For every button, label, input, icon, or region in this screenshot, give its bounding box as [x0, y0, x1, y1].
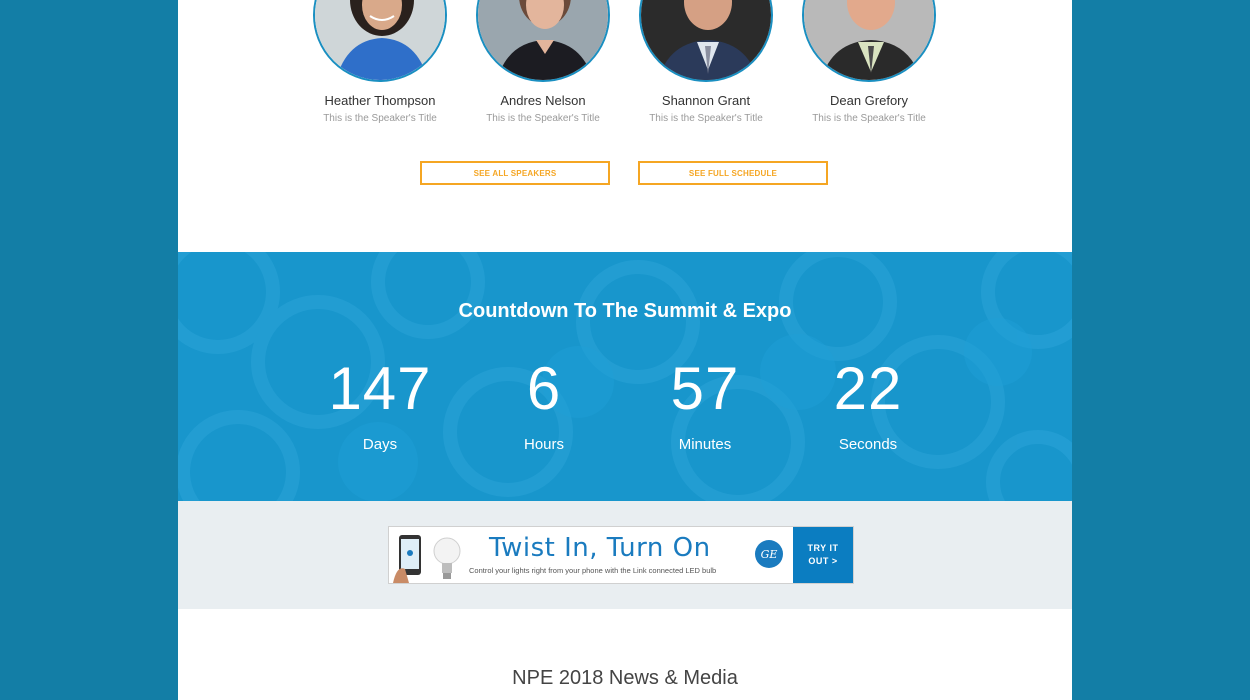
news-media-heading: NPE 2018 News & Media	[512, 667, 738, 689]
speaker-title: This is the Speaker's Title	[649, 113, 763, 124]
countdown-label: Days	[362, 436, 398, 453]
countdown-value: 57	[670, 355, 740, 422]
speaker-card[interactable]: Shannon Grant This is the Speaker's Titl…	[624, 0, 788, 124]
speaker-name: Heather Thompson	[324, 93, 436, 108]
countdown-minutes: 57 Minutes	[625, 355, 785, 454]
speaker-name: Andres Nelson	[500, 93, 586, 108]
speakers-section: Heather Thompson This is the Speaker's T…	[178, 0, 1072, 252]
avatar[interactable]	[802, 0, 936, 82]
speaker-card[interactable]: Heather Thompson This is the Speaker's T…	[298, 0, 462, 124]
countdown-section: Countdown To The Summit & Expo 147 Days …	[178, 252, 1072, 501]
ge-logo-icon: GE	[755, 540, 783, 568]
speaker-card[interactable]: Andres Nelson This is the Speaker's Titl…	[461, 0, 625, 124]
countdown-label: Minutes	[678, 436, 732, 453]
speaker-title: This is the Speaker's Title	[323, 113, 437, 124]
page-content: Heather Thompson This is the Speaker's T…	[178, 0, 1072, 700]
ad-band: Twist In, Turn On Control your lights ri…	[178, 501, 1072, 609]
speaker-name: Dean Grefory	[829, 93, 909, 108]
countdown-days: 147 Days	[300, 355, 460, 454]
countdown-title: Countdown To The Summit & Expo	[458, 300, 792, 322]
countdown-value: 6	[526, 355, 562, 422]
see-full-schedule-button[interactable]: SEE FULL SCHEDULE	[638, 161, 828, 185]
countdown-hours: 6 Hours	[464, 355, 624, 454]
avatar[interactable]	[639, 0, 773, 82]
speaker-title: This is the Speaker's Title	[486, 113, 600, 124]
countdown-label: Hours	[523, 436, 564, 453]
speaker-card[interactable]: Dean Grefory This is the Speaker's Title	[787, 0, 951, 124]
countdown-value: 22	[833, 355, 903, 422]
avatar[interactable]	[476, 0, 610, 82]
cta-line: OUT >	[808, 556, 838, 566]
speaker-title: This is the Speaker's Title	[812, 113, 926, 124]
ge-ad-banner[interactable]: Twist In, Turn On Control your lights ri…	[388, 526, 854, 584]
phone-bulb-icon	[393, 535, 461, 583]
countdown-seconds: 22 Seconds	[788, 355, 948, 454]
see-all-speakers-button[interactable]: SEE ALL SPEAKERS	[420, 161, 610, 185]
cta-line: TRY IT	[807, 543, 839, 553]
speaker-name: Shannon Grant	[661, 93, 751, 108]
avatar[interactable]	[313, 0, 447, 82]
countdown-value: 147	[328, 355, 432, 422]
ad-subtext: Control your lights right from your phon…	[469, 566, 717, 575]
ad-headline: Twist In, Turn On	[489, 533, 711, 563]
try-it-out-button[interactable]: TRY IT OUT >	[793, 527, 853, 583]
countdown-label: Seconds	[838, 436, 898, 453]
